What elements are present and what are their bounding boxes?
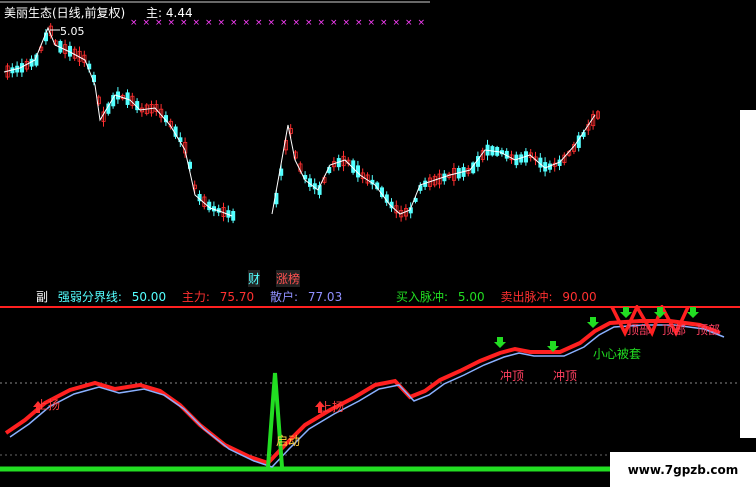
sub-prefix: 副 <box>36 290 49 304</box>
main-label: 主 <box>146 6 159 20</box>
annotation-peak-3: 顶部 <box>696 323 721 337</box>
main-force-value: 75.70 <box>219 290 255 304</box>
signal-marker: × <box>418 18 426 28</box>
retail-value: 77.03 <box>307 290 343 304</box>
signal-marker: × <box>280 18 288 28</box>
down-arrow-icon <box>587 317 599 328</box>
dividing-label: 强弱分界线: <box>57 290 122 304</box>
signal-marker: × <box>343 18 351 28</box>
signal-marker: × <box>330 18 338 28</box>
annotation-up-2: 上扬 <box>320 400 345 414</box>
annotation-top-2: 冲顶 <box>553 369 578 383</box>
watermark: www.7gpzb.com <box>610 452 756 487</box>
annotation-up-1: 上扬 <box>36 398 61 412</box>
signal-marker: × <box>230 18 238 28</box>
annotation-careful: 小心被套 <box>593 347 642 361</box>
sell-pulse-label: 卖出脉冲: <box>500 290 553 304</box>
sell-pulse-value: 90.00 <box>562 290 597 304</box>
high-price-label: 5.05 <box>60 25 85 38</box>
signal-marker: × <box>305 18 313 28</box>
event-ranking[interactable]: 榜 <box>288 270 301 287</box>
dividing-value: 50.00 <box>131 290 167 304</box>
candle-body <box>231 211 236 221</box>
signal-marker: × <box>355 18 363 28</box>
signal-marker: × <box>243 18 251 28</box>
buy-pulse-label: 买入脉冲: <box>396 290 449 304</box>
down-arrow-icon <box>494 337 506 348</box>
buy-pulse-value: 5.00 <box>457 290 485 304</box>
signal-marker: × <box>130 18 138 28</box>
event-finance[interactable]: 财 <box>248 270 261 287</box>
price-chart: × × × × × × × × × × × × × × × × × × × × × × × × <box>0 1 601 224</box>
annotation-peak-2: 顶部 <box>662 323 687 337</box>
signal-marker: × <box>405 18 413 28</box>
event-rise[interactable]: 涨 <box>276 270 289 287</box>
down-arrow-icon <box>620 307 632 318</box>
main-indicator: 主: 4.44 <box>146 6 193 20</box>
main-force-label: 主力: <box>181 290 210 304</box>
sub-indicator-header: 副 强弱分界线: 50.00 主力: 75.70 散户: 77.03 买入脉冲:… <box>0 288 740 305</box>
annotation-peak-1: 顶部 <box>627 323 652 337</box>
scrollbar-panel <box>740 110 756 438</box>
signal-marker: × <box>293 18 301 28</box>
retail-label: 散户: <box>269 290 299 304</box>
signal-marker: × <box>218 18 226 28</box>
signal-marker: × <box>380 18 388 28</box>
signal-marker: × <box>318 18 326 28</box>
annotation-start: 启动 <box>276 434 301 448</box>
signal-marker: × <box>393 18 401 28</box>
signal-marker: × <box>255 18 263 28</box>
main-value: 4.44 <box>165 6 193 20</box>
annotation-top-1: 冲顶 <box>500 369 525 383</box>
signal-marker: × <box>205 18 213 28</box>
signal-marker: × <box>268 18 276 28</box>
signal-marker: × <box>193 18 201 28</box>
chart-title: 美丽生态(日线,前复权) <box>4 6 126 20</box>
signal-marker: × <box>368 18 376 28</box>
